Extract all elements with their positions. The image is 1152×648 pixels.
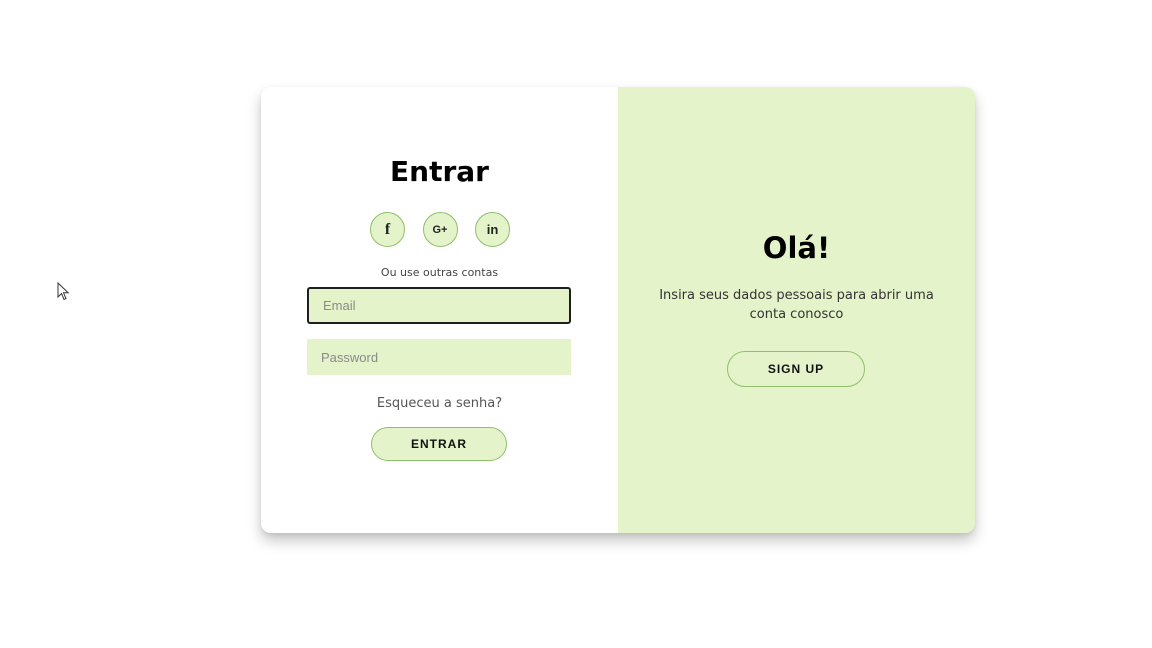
forgot-password-link[interactable]: Esqueceu a senha? <box>261 396 618 411</box>
mouse-pointer-icon <box>57 282 70 301</box>
password-field[interactable] <box>307 339 571 375</box>
auth-card: Entrar f G+ in Ou use outras contas Esqu… <box>261 87 975 533</box>
google-plus-icon[interactable]: G+ <box>422 212 458 247</box>
signup-button[interactable]: SIGN UP <box>727 351 865 387</box>
alternate-accounts-label: Ou use outras contas <box>380 266 499 279</box>
signin-button[interactable]: ENTRAR <box>371 427 507 461</box>
signup-panel: Olá! Insira seus dados pessoais para abr… <box>618 87 975 533</box>
page: Entrar f G+ in Ou use outras contas Esqu… <box>0 0 1152 648</box>
facebook-icon[interactable]: f <box>370 212 405 247</box>
linkedin-icon[interactable]: in <box>475 212 510 247</box>
email-field[interactable] <box>307 287 571 324</box>
signup-title: Olá! <box>762 231 831 265</box>
signup-description: Insira seus dados pessoais para abrir um… <box>659 288 934 322</box>
signin-title: Entrar <box>390 155 489 188</box>
social-login-group: f G+ in <box>370 212 510 248</box>
signin-panel: Entrar f G+ in Ou use outras contas Esqu… <box>261 87 618 533</box>
